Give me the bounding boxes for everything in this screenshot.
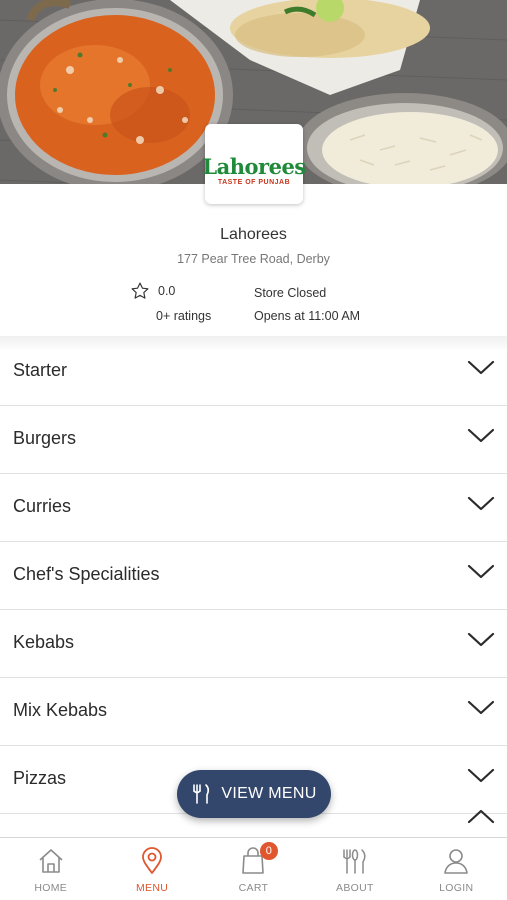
nav-label: CART	[238, 882, 269, 894]
nav-cart[interactable]: 0 CART	[203, 838, 304, 900]
bottom-navigation: HOME MENU 0 CART ABOUT LOGIN	[0, 837, 507, 900]
logo-tagline: TASTE OF PUNJAB	[217, 179, 291, 186]
category-row-burgers[interactable]: Burgers	[0, 406, 507, 474]
cutlery-icon	[343, 849, 366, 874]
cart-count-badge: 0	[259, 842, 278, 860]
nav-about[interactable]: ABOUT	[304, 838, 405, 900]
chevron-down-icon	[467, 428, 495, 443]
category-row-kebabs[interactable]: Kebabs	[0, 610, 507, 678]
rating-value: 0.0	[158, 284, 176, 298]
nav-login[interactable]: LOGIN	[406, 838, 507, 900]
view-menu-button[interactable]: VIEW MENU	[177, 770, 331, 818]
logo-wordmark: Lahorees	[202, 154, 306, 179]
cutlery-icon	[193, 784, 210, 804]
restaurant-address: 177 Pear Tree Road, Derby	[177, 252, 330, 266]
category-row-chefs-specialities[interactable]: Chef's Specialities	[0, 542, 507, 610]
category-label: Chef's Specialities	[13, 564, 160, 584]
store-status: Store Closed	[254, 286, 327, 300]
chevron-down-icon	[467, 564, 495, 579]
home-icon	[39, 849, 63, 873]
chevron-down-icon	[467, 700, 495, 715]
star-icon	[131, 282, 149, 299]
category-label: Kebabs	[13, 632, 75, 652]
chevron-down-icon	[467, 632, 495, 647]
category-row-starter[interactable]: Starter	[0, 338, 507, 406]
category-label: Pizzas	[13, 768, 67, 788]
chevron-down-icon	[467, 768, 495, 783]
category-row-curries[interactable]: Curries	[0, 474, 507, 542]
category-label: Burgers	[13, 428, 77, 448]
category-row-mix-kebabs[interactable]: Mix Kebabs	[0, 678, 507, 746]
category-label: Mix Kebabs	[13, 700, 108, 720]
store-opening-time: Opens at 11:00 AM	[254, 309, 361, 323]
restaurant-logo: Lahorees TASTE OF PUNJAB	[202, 124, 306, 204]
category-label: Starter	[13, 360, 68, 380]
nav-menu[interactable]: MENU	[101, 838, 202, 900]
category-label: Curries	[13, 496, 72, 516]
chevron-down-icon	[467, 809, 495, 824]
chevron-down-icon	[467, 360, 495, 375]
nav-label: MENU	[136, 882, 169, 894]
restaurant-info: Lahorees 177 Pear Tree Road, Derby 0.0 0…	[0, 184, 507, 339]
nav-home[interactable]: HOME	[0, 838, 101, 900]
rating-count: 0+ ratings	[156, 309, 212, 323]
nav-label: ABOUT	[336, 882, 374, 894]
chevron-down-icon	[467, 496, 495, 511]
location-pin-icon	[142, 847, 162, 874]
nav-label: LOGIN	[439, 882, 474, 894]
user-icon	[444, 849, 469, 874]
rating: 0.0	[130, 281, 175, 301]
restaurant-name: Lahorees	[220, 226, 287, 243]
nav-label: HOME	[34, 882, 68, 894]
view-menu-label: VIEW MENU	[221, 785, 317, 802]
